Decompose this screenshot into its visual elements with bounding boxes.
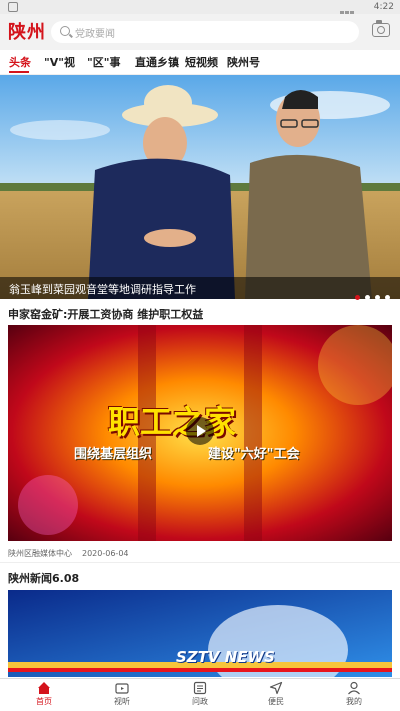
play-button-icon[interactable] [186,417,214,445]
app-logo: 陕州 [8,22,46,43]
search-placeholder: 党政要闻 [75,29,115,40]
video-overlay-title: 职工之家 [108,403,237,441]
inquiry-icon [193,681,207,695]
nav-services[interactable]: 便民 [246,681,306,707]
tv-icon [115,683,129,694]
search-icon [60,26,70,36]
banner-photo [0,75,400,299]
nav-label: 首页 [36,697,52,706]
tab-short-video[interactable]: 短视频 [185,54,218,70]
signal-icon [340,3,360,18]
status-bar: 4:22 [0,0,400,18]
user-icon [348,681,360,695]
search-input[interactable]: 党政要闻 [51,21,359,43]
video-subtitle-left: 围绕基层组织 [74,447,153,462]
nav-media[interactable]: 视听 [92,681,152,707]
carousel-indicators [350,285,390,304]
video-thumbnail[interactable]: 职工之家 围绕基层组织 建设"六好"工会 [8,325,392,541]
navigation-icon [269,681,283,695]
news-title[interactable]: 申家窑金矿:开展工资协商 维护职工权益 [8,306,203,322]
news-title[interactable]: 陕州新闻6.08 [8,570,79,586]
carousel-dot[interactable] [385,295,390,300]
nav-label: 便民 [268,697,284,706]
news-date: 2020-06-04 [82,549,129,558]
camera-icon[interactable] [372,20,390,37]
carousel-dot[interactable] [365,295,370,300]
banner-title[interactable]: 翁玉峰到菜园观音堂等地调研指导工作 [9,281,196,297]
divider [0,562,400,563]
nav-profile[interactable]: 我的 [324,681,384,707]
status-time: 4:22 [373,2,394,12]
app-header: 陕州 党政要闻 [0,14,400,50]
nav-home[interactable]: 首页 [14,681,74,707]
notification-icon [8,2,18,12]
home-icon [38,682,50,694]
carousel-dot[interactable] [355,295,360,300]
category-tabs: 头条 "V"视 "区"事 直通乡镇 短视频 陕州号 [0,50,400,75]
nav-label: 我的 [346,697,362,706]
active-tab-indicator [9,71,29,73]
video-overlay-title: SZTV NEWS [176,648,275,666]
tab-townships[interactable]: 直通乡镇 [135,54,179,70]
banner-caption: 翁玉峰到菜园观音堂等地调研指导工作 [0,277,400,300]
tab-district-news[interactable]: "区"事 [87,54,120,70]
tab-v-video[interactable]: "V"视 [44,54,75,70]
nav-inquiry[interactable]: 问政 [170,681,230,707]
nav-label: 问政 [192,697,208,706]
video-thumbnail[interactable]: SZTV NEWS [8,590,392,677]
banner-image[interactable] [0,75,400,299]
news-source: 陕州区融媒体中心 [8,549,72,558]
news-meta: 陕州区融媒体中心 2020-06-04 [8,548,129,559]
nav-label: 视听 [114,697,130,706]
bottom-navigation: 首页 视听 问政 便民 我的 [0,678,400,711]
video-subtitle-right: 建设"六好"工会 [208,447,300,462]
tab-headlines[interactable]: 头条 [9,54,31,70]
tab-shanzhou-account[interactable]: 陕州号 [227,54,260,70]
carousel-dot[interactable] [375,295,380,300]
